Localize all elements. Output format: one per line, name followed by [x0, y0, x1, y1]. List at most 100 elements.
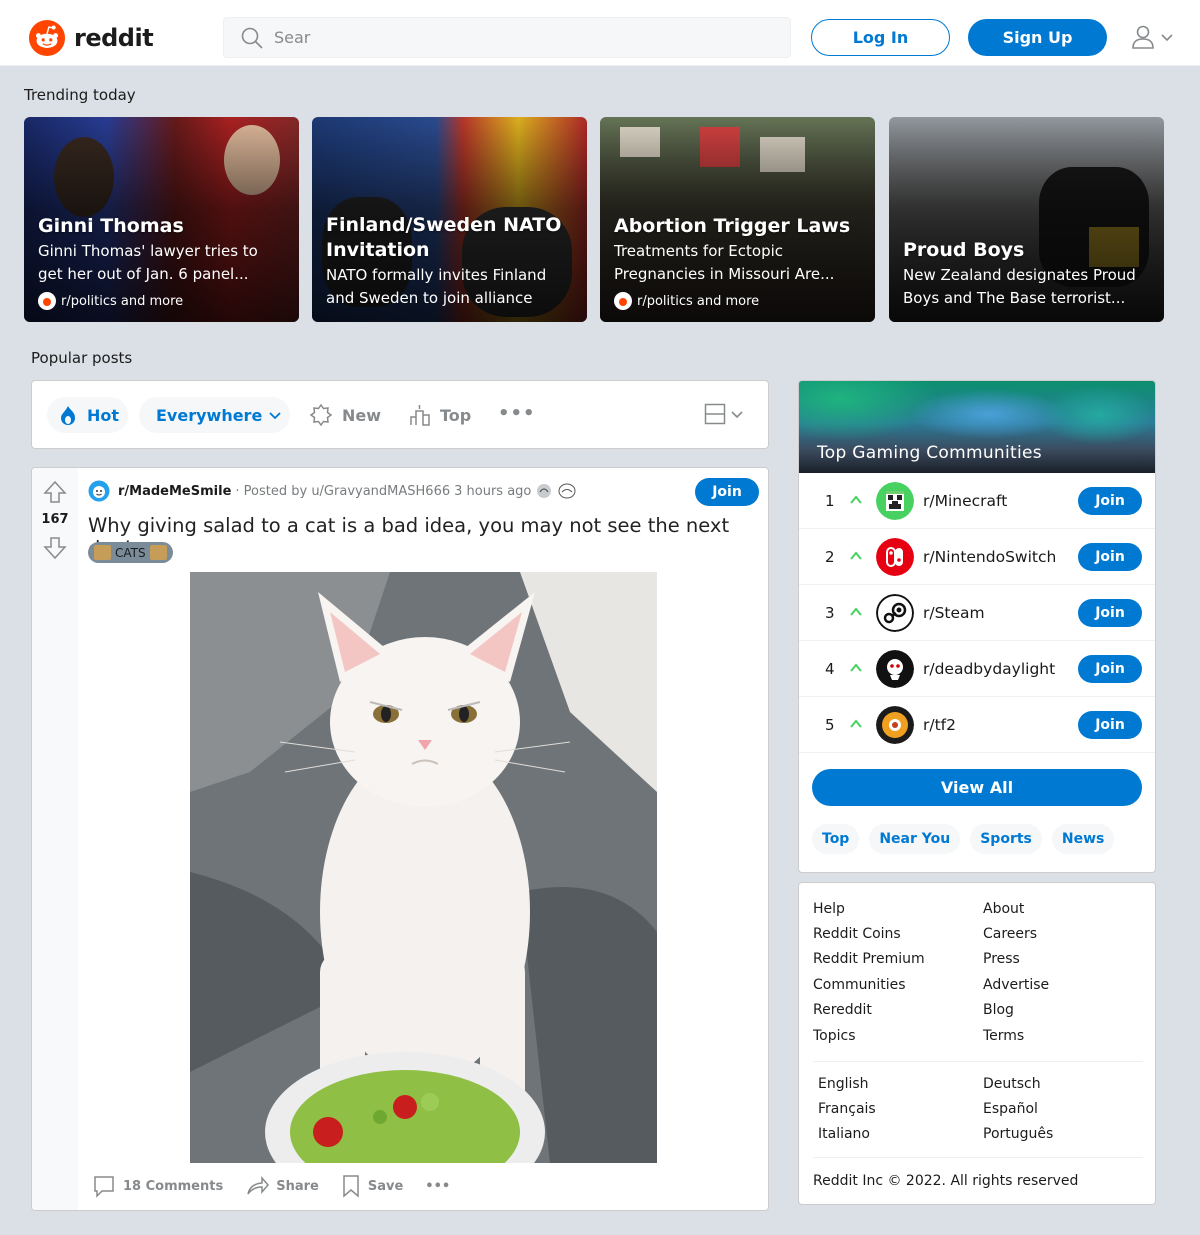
share-button[interactable]: Share	[245, 1174, 319, 1198]
cat-emoji-icon	[94, 545, 111, 560]
trending-up-icon	[850, 663, 862, 672]
subreddit-icon	[614, 292, 632, 310]
steam-avatar-icon	[876, 594, 914, 632]
post-title[interactable]: Why giving salad to a cat is a bad idea,…	[88, 514, 768, 560]
community-join-button[interactable]: Join	[1078, 711, 1142, 739]
language-deutsch[interactable]: Deutsch	[983, 1076, 1041, 1092]
footer-link-terms[interactable]: Terms	[983, 1028, 1024, 1044]
community-row[interactable]: 5 r/tf2 Join	[799, 697, 1155, 753]
post-flair[interactable]: CATS	[88, 542, 173, 563]
trending-heading: Trending today	[24, 86, 136, 104]
sort-hot-button[interactable]: Hot	[47, 397, 128, 433]
bookmark-icon	[343, 1175, 359, 1198]
trending-title: Finland/Sweden NATO Invitation	[326, 214, 562, 261]
search-bar[interactable]	[223, 17, 791, 58]
snoo-logo-icon	[28, 19, 66, 57]
community-join-button[interactable]: Join	[1078, 655, 1142, 683]
community-join-button[interactable]: Join	[1078, 487, 1142, 515]
chevron-down-icon	[1161, 34, 1173, 42]
user-menu-dropdown[interactable]	[1130, 24, 1174, 50]
pill-sports[interactable]: Sports	[970, 824, 1042, 854]
podium-icon	[410, 405, 430, 426]
footer-link-reddit-coins[interactable]: Reddit Coins	[813, 926, 901, 942]
top-header: reddit Log In Sign Up	[0, 0, 1200, 66]
upvote-icon[interactable]	[43, 480, 67, 504]
vote-column: 167	[32, 468, 78, 1210]
location-label: Everywhere	[156, 405, 263, 425]
vote-score: 167	[41, 512, 69, 527]
community-rank: 2	[825, 547, 835, 566]
more-options-button[interactable]: •••	[425, 1179, 450, 1194]
trending-card[interactable]: Finland/Sweden NATO Invitation NATO form…	[312, 117, 587, 322]
community-join-button[interactable]: Join	[1078, 543, 1142, 571]
location-dropdown[interactable]: Everywhere	[139, 397, 290, 433]
footer-link-careers[interactable]: Careers	[983, 926, 1037, 942]
post-image[interactable]	[190, 572, 657, 1163]
community-name: r/tf2	[923, 715, 956, 734]
community-row[interactable]: 3 r/Steam Join	[799, 585, 1155, 641]
sort-top-label: Top	[440, 405, 472, 425]
footer-link-blog[interactable]: Blog	[983, 1002, 1014, 1018]
gaming-card-banner: Top Gaming Communities	[799, 381, 1155, 473]
view-layout-toggle[interactable]	[704, 403, 744, 425]
trending-card[interactable]: Ginni Thomas Ginni Thomas' lawyer tries …	[24, 117, 299, 322]
pill-near-you[interactable]: Near You	[869, 824, 961, 854]
community-name: r/Minecraft	[923, 491, 1008, 510]
language-italiano[interactable]: Italiano	[818, 1126, 870, 1142]
trending-meta-text: r/politics and more	[637, 293, 760, 309]
sign-up-button[interactable]: Sign Up	[968, 19, 1107, 56]
footer-link-topics[interactable]: Topics	[813, 1028, 856, 1044]
footer-link-communities[interactable]: Communities	[813, 977, 906, 993]
comments-label: 18 Comments	[123, 1178, 224, 1194]
cat-photo	[190, 572, 657, 1163]
footer-link-reddit-premium[interactable]: Reddit Premium	[813, 951, 925, 967]
community-row[interactable]: 4 r/deadbydaylight Join	[799, 641, 1155, 697]
sort-top-button[interactable]: Top	[409, 397, 471, 433]
post-time: 3 hours ago	[454, 483, 532, 499]
share-icon	[247, 1175, 270, 1195]
trending-meta: r/politics and more	[614, 292, 863, 310]
log-in-button[interactable]: Log In	[811, 19, 950, 56]
language-espanol[interactable]: Español	[983, 1101, 1038, 1117]
comments-button[interactable]: 18 Comments	[92, 1174, 223, 1198]
community-join-button[interactable]: Join	[1078, 599, 1142, 627]
posted-by[interactable]: · Posted by u/GravyandMASH666	[235, 484, 450, 499]
search-input[interactable]	[274, 28, 754, 47]
pill-top[interactable]: Top	[812, 824, 860, 854]
copyright-text: Reddit Inc © 2022. All rights reserved	[813, 1173, 1079, 1189]
trending-subtitle: Treatments for Ectopic Pregnancies in Mi…	[614, 242, 835, 283]
sort-new-label: New	[342, 405, 382, 425]
community-row[interactable]: 1 r/Minecraft Join	[799, 473, 1155, 529]
user-icon	[1132, 25, 1154, 49]
join-subreddit-button[interactable]: Join	[695, 478, 759, 506]
subreddit-link[interactable]: r/MadeMeSmile	[118, 484, 231, 499]
footer-link-advertise[interactable]: Advertise	[983, 977, 1049, 993]
footer-link-help[interactable]: Help	[813, 901, 845, 917]
trending-up-icon	[850, 495, 862, 504]
save-button[interactable]: Save	[341, 1174, 403, 1198]
language-portugues[interactable]: Português	[983, 1126, 1053, 1142]
sort-more-button[interactable]: •••	[498, 403, 536, 424]
community-name: r/NintendoSwitch	[923, 547, 1057, 566]
trending-card[interactable]: Proud Boys New Zealand designates Proud …	[889, 117, 1164, 322]
language-english[interactable]: English	[818, 1076, 869, 1092]
footer-link-press[interactable]: Press	[983, 951, 1020, 967]
nintendo-switch-avatar-icon	[876, 538, 914, 576]
community-rank: 5	[825, 715, 835, 734]
trending-card[interactable]: Abortion Trigger Laws Treatments for Ect…	[600, 117, 875, 322]
pill-news[interactable]: News	[1051, 824, 1115, 854]
footer-link-about[interactable]: About	[983, 901, 1024, 917]
view-all-button[interactable]: View All	[812, 769, 1142, 806]
subreddit-avatar-icon[interactable]	[88, 480, 110, 502]
community-name: r/Steam	[923, 603, 985, 622]
logo-wordmark: reddit	[74, 24, 154, 52]
sort-new-button[interactable]: New	[309, 397, 381, 433]
downvote-icon[interactable]	[43, 536, 67, 560]
trending-subtitle: NATO formally invites Finland and Sweden…	[326, 266, 547, 307]
reddit-logo[interactable]: reddit	[28, 19, 154, 57]
footer-link-rereddit[interactable]: Rereddit	[813, 1002, 872, 1018]
community-row[interactable]: 2 r/NintendoSwitch Join	[799, 529, 1155, 585]
post-card[interactable]: 167 r/MadeMeSmile · Posted by u/Gravyand…	[31, 467, 769, 1211]
language-francais[interactable]: Français	[818, 1101, 876, 1117]
save-label: Save	[367, 1178, 404, 1194]
